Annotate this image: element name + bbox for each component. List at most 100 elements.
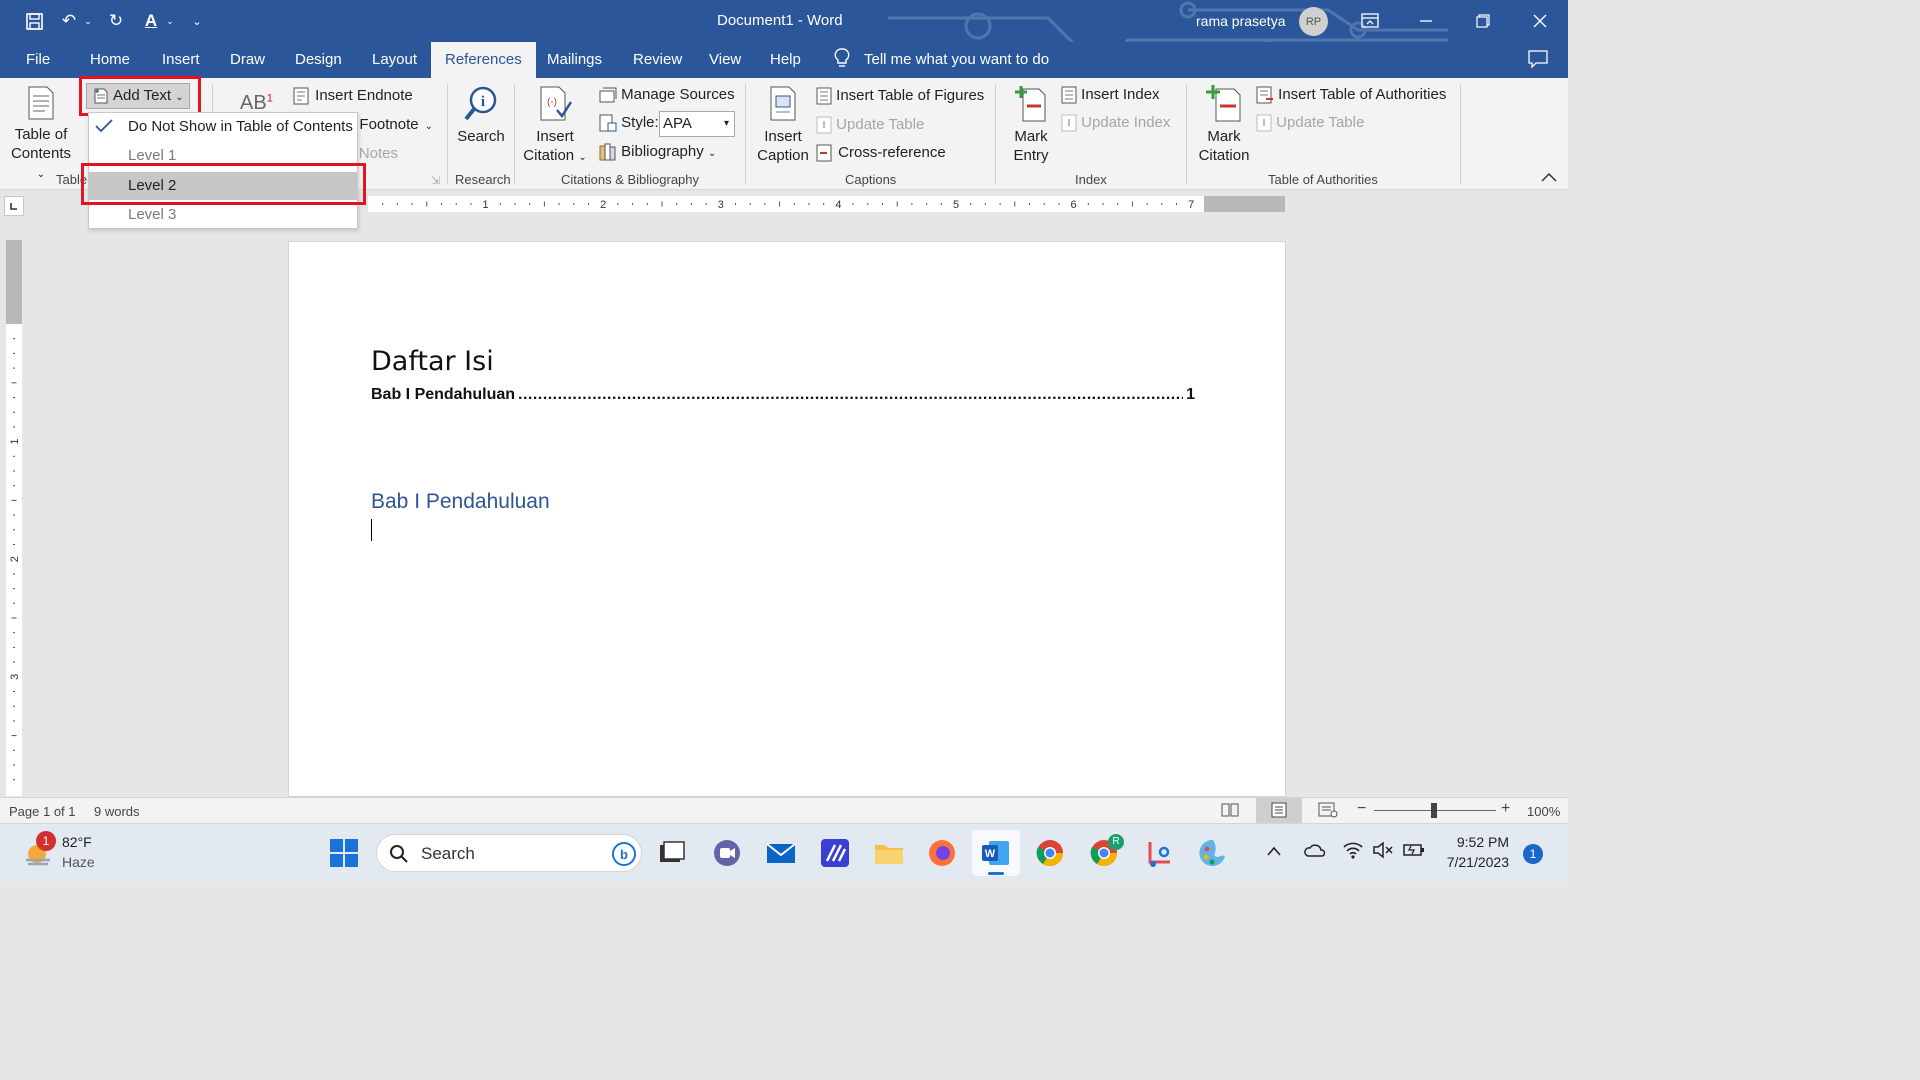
- footnotes-dialog-launcher-icon[interactable]: ⇲: [431, 174, 440, 187]
- print-layout-icon[interactable]: [1256, 798, 1302, 823]
- app-icon[interactable]: [820, 838, 850, 868]
- chrome-icon[interactable]: [1035, 838, 1065, 868]
- group-label-toa: Table of Authorities: [1268, 172, 1378, 187]
- zoom-level[interactable]: 100%: [1527, 804, 1560, 819]
- bibliography-button[interactable]: Bibliography ⌄: [599, 143, 716, 161]
- zoom-out-icon[interactable]: −: [1357, 800, 1366, 818]
- word-count[interactable]: 9 words: [94, 804, 140, 819]
- tab-mailings[interactable]: Mailings: [545, 42, 604, 78]
- weather-temp[interactable]: 82°F: [62, 834, 92, 850]
- mail-icon[interactable]: [766, 838, 796, 868]
- redo-icon[interactable]: ↻: [105, 10, 127, 32]
- insert-index-icon: [1061, 86, 1077, 104]
- page-count[interactable]: Page 1 of 1: [9, 804, 76, 819]
- ribbon-display-options-icon[interactable]: [1358, 9, 1382, 33]
- insert-index-label: Insert Index: [1081, 86, 1160, 103]
- undo-dropdown-icon[interactable]: ⌄: [82, 10, 94, 32]
- close-icon[interactable]: [1528, 9, 1552, 33]
- tab-selector[interactable]: [4, 196, 24, 216]
- collapse-ribbon-icon[interactable]: [1540, 170, 1558, 187]
- show-hidden-icons-icon[interactable]: [1266, 844, 1282, 860]
- task-view-icon[interactable]: [657, 838, 687, 868]
- save-icon[interactable]: [23, 10, 45, 32]
- word-taskbar-button[interactable]: W: [972, 830, 1020, 876]
- svg-text:W: W: [985, 848, 996, 860]
- clock-time[interactable]: 9:52 PM: [1443, 834, 1509, 850]
- read-mode-icon[interactable]: [1221, 802, 1239, 821]
- bing-icon[interactable]: b: [611, 841, 637, 867]
- zoom-in-icon[interactable]: +: [1501, 800, 1510, 818]
- tab-insert[interactable]: Insert: [160, 42, 202, 78]
- zoom-slider-thumb[interactable]: [1431, 803, 1437, 818]
- minimize-icon[interactable]: [1414, 9, 1438, 33]
- firefox-icon[interactable]: [927, 838, 957, 868]
- tell-me-text: Tell me what you want to do: [864, 51, 1050, 68]
- font-color-icon[interactable]: A: [140, 10, 162, 32]
- svg-text:i: i: [481, 94, 485, 110]
- group-label-captions: Captions: [845, 172, 897, 187]
- tab-file[interactable]: File: [24, 42, 52, 78]
- taskbar-search-label: Search: [421, 844, 475, 863]
- search-button[interactable]: i Search: [455, 86, 507, 146]
- toc-heading[interactable]: Daftar Isi: [371, 346, 494, 377]
- table-of-contents-button[interactable]: Table of Contents ⌄: [8, 86, 74, 184]
- mark-citation-button[interactable]: Mark Citation: [1194, 84, 1254, 165]
- tab-draw[interactable]: Draw: [228, 42, 267, 78]
- weather-desc[interactable]: Haze: [62, 854, 95, 870]
- insert-index-button[interactable]: Insert Index: [1061, 86, 1160, 104]
- mark-entry-button[interactable]: Mark Entry: [1004, 84, 1058, 165]
- customize-qat-icon[interactable]: ⌄: [190, 10, 204, 32]
- vertical-ruler[interactable]: 1 2 3: [6, 240, 22, 796]
- manage-sources-button[interactable]: Manage Sources: [599, 86, 735, 103]
- tab-home[interactable]: Home: [88, 42, 132, 78]
- menu-item-do-not-show-label: Do Not Show in Table of Contents: [128, 118, 353, 135]
- bibliography-label: Bibliography: [621, 143, 704, 160]
- tab-layout[interactable]: Layout: [370, 42, 419, 78]
- font-color-dropdown-icon[interactable]: ⌄: [164, 10, 176, 32]
- document-page[interactable]: Daftar Isi Bab I Pendahuluan ...........…: [288, 241, 1286, 797]
- next-footnote-button[interactable]: ⌄ Next Footnote: [358, 116, 433, 133]
- comments-icon[interactable]: [1528, 50, 1550, 70]
- menu-item-level-3[interactable]: Level 3: [89, 201, 357, 229]
- file-explorer-icon[interactable]: [874, 838, 904, 868]
- tab-review[interactable]: Review: [631, 42, 684, 78]
- snipping-tool-icon[interactable]: [1144, 838, 1174, 868]
- onedrive-icon[interactable]: [1303, 842, 1326, 861]
- wifi-icon[interactable]: [1342, 841, 1364, 862]
- clock-date[interactable]: 7/21/2023: [1431, 854, 1509, 870]
- undo-icon[interactable]: ↶: [58, 10, 80, 32]
- heading-1[interactable]: Bab I Pendahuluan: [371, 490, 550, 514]
- toc-entry[interactable]: Bab I Pendahuluan ......................…: [371, 386, 1195, 404]
- paint-icon[interactable]: [1198, 838, 1228, 868]
- menu-item-do-not-show[interactable]: Do Not Show in Table of Contents: [89, 113, 357, 141]
- teams-chat-icon[interactable]: [712, 838, 742, 868]
- insert-citation-dropdown-icon: ⌄: [578, 152, 587, 163]
- cross-reference-button[interactable]: Cross-reference: [816, 144, 946, 162]
- style-dropdown[interactable]: APA ▾: [659, 111, 735, 137]
- tab-help[interactable]: Help: [768, 42, 803, 78]
- tell-me-box[interactable]: Tell me what you want to do: [834, 42, 1049, 78]
- tab-references[interactable]: References: [431, 42, 536, 78]
- insert-citation-button[interactable]: (-) Insert Citation ⌄: [522, 86, 588, 167]
- tab-design[interactable]: Design: [293, 42, 344, 78]
- tab-view[interactable]: View: [707, 42, 743, 78]
- avatar[interactable]: RP: [1299, 7, 1328, 36]
- user-name[interactable]: rama prasetya: [1196, 13, 1285, 29]
- taskbar-search[interactable]: Search b: [376, 834, 642, 872]
- restore-icon[interactable]: [1471, 9, 1495, 33]
- insert-endnote-label: Insert Endnote: [315, 87, 413, 104]
- volume-muted-icon[interactable]: [1372, 841, 1394, 862]
- manage-sources-label: Manage Sources: [621, 86, 735, 103]
- show-notes-button[interactable]: Show Notes: [358, 145, 398, 162]
- insert-endnote-button[interactable]: Insert Endnote: [293, 87, 413, 105]
- insert-caption-button[interactable]: Insert Caption: [753, 86, 813, 165]
- start-icon[interactable]: [329, 838, 359, 868]
- insert-table-of-authorities-button[interactable]: Insert Table of Authorities: [1256, 86, 1446, 104]
- insert-table-of-figures-button[interactable]: Insert Table of Figures: [816, 87, 984, 105]
- manage-sources-icon: [599, 87, 617, 103]
- battery-icon[interactable]: [1402, 841, 1426, 862]
- horizontal-ruler[interactable]: 1 2 3 4 5 6 7: [368, 196, 1285, 212]
- web-layout-icon[interactable]: [1318, 802, 1338, 821]
- notification-badge[interactable]: 1: [1523, 844, 1543, 864]
- search-label: Search: [457, 128, 505, 145]
